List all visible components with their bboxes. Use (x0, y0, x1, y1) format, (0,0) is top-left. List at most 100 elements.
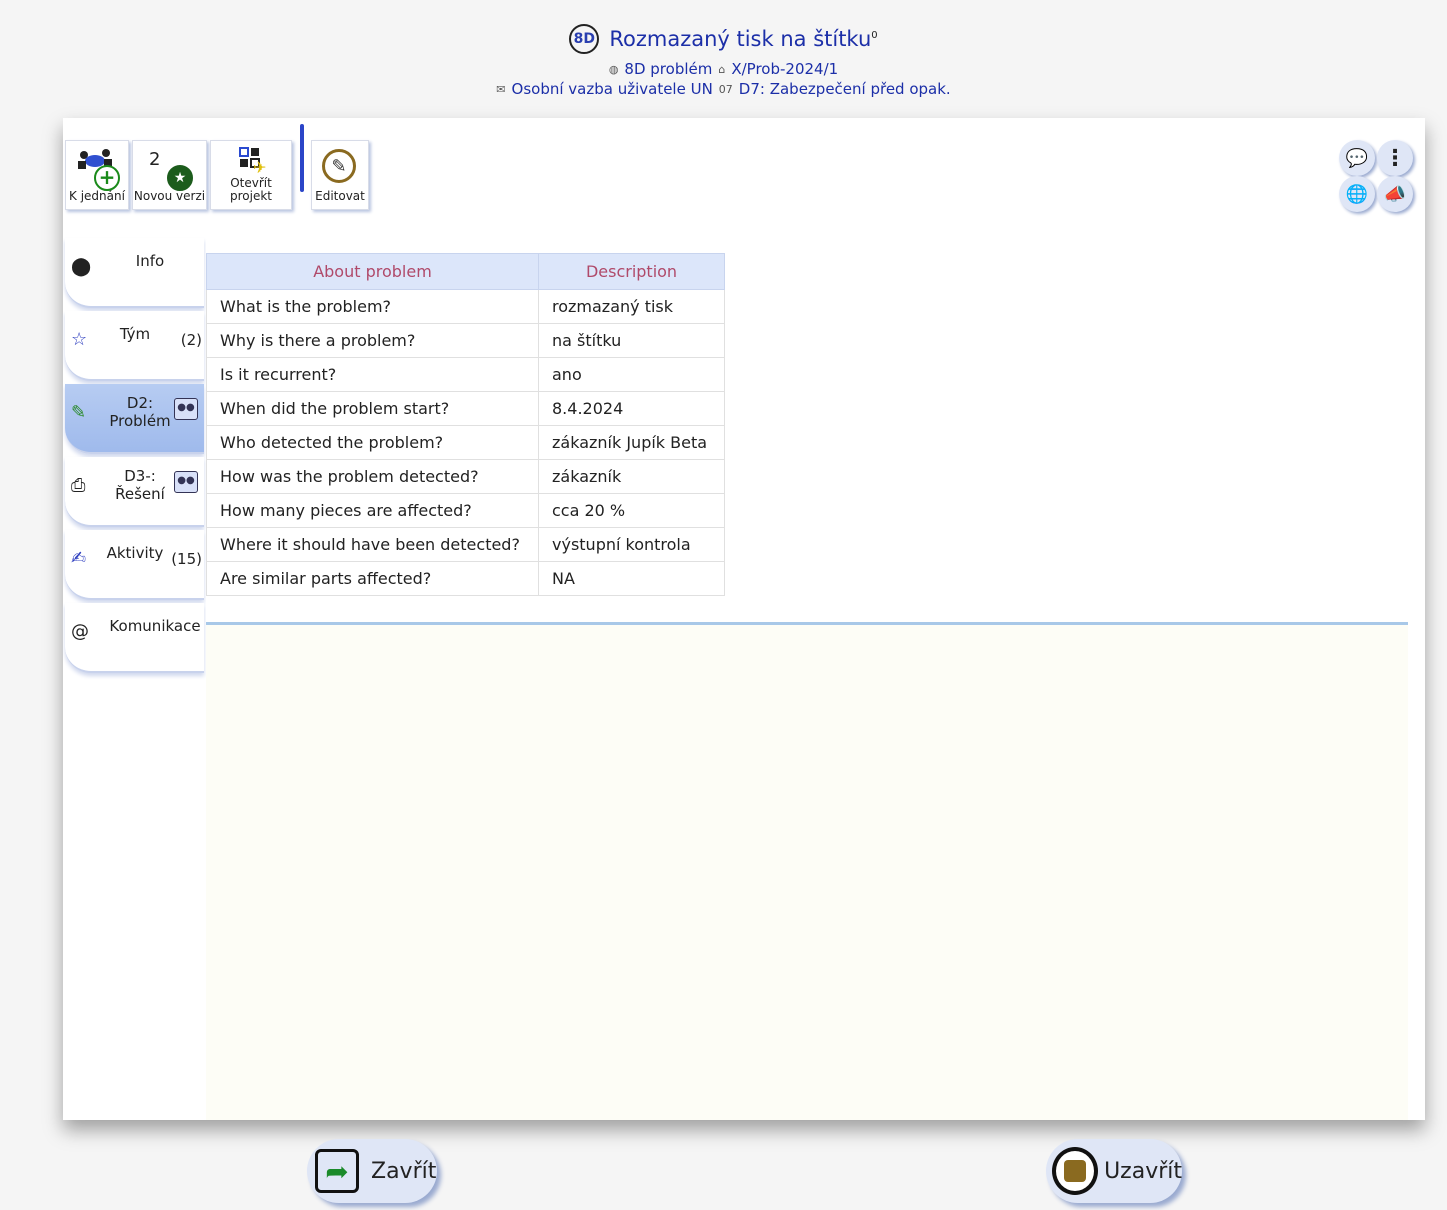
table-row: How many pieces are affected? cca 20 % (206, 493, 725, 528)
table-row: How was the problem detected? zákazník (206, 459, 725, 494)
uzavrit-button[interactable]: Uzavřít (1046, 1139, 1182, 1203)
question-cell: Why is there a problem? (206, 323, 539, 358)
table-row: Is it recurrent? ano (206, 357, 725, 392)
zavrit-label: Zavřít (371, 1158, 437, 1184)
sidebar-item-label: Komunikace (109, 617, 201, 635)
share-arrow-icon: ➦ (315, 1149, 359, 1193)
table-row: Where it should have been detected? výstu… (206, 527, 725, 562)
step-tag: 07 (718, 82, 733, 96)
globe-icon: ◍ (608, 62, 619, 76)
answer-cell: na štítku (538, 323, 725, 358)
star-icon: ★ (167, 165, 193, 191)
question-cell: Are similar parts affected? (206, 561, 539, 596)
answer-cell: zákazník Jupík Beta (538, 425, 725, 460)
zavrit-button[interactable]: ➦ Zavřít (307, 1139, 437, 1203)
content-top: About problem Description What is the pr… (206, 240, 1408, 622)
user-link-icon: ✉ (496, 82, 506, 96)
editovat-label: Editovat (315, 189, 365, 203)
subtitle-row-2: ✉ Osobní vazba uživatele UN 07 D7: Zabez… (0, 80, 1447, 98)
language-button[interactable]: 🌐 (1339, 176, 1375, 212)
current-step[interactable]: D7: Zabezpečení před opak. (739, 80, 951, 98)
sidebar: ⬤ Info ☆ Tým (2) ✎ D2: Problém ●● ⎙ D3-:… (65, 238, 204, 676)
megaphone-icon: 📣 (1383, 183, 1407, 205)
question-cell: What is the problem? (206, 289, 539, 324)
answer-cell: 8.4.2024 (538, 391, 725, 426)
answer-cell: ano (538, 357, 725, 392)
sidebar-item-count: (15) (171, 550, 202, 568)
subtitle-row-1: ◍ 8D problém ⌂ X/Prob-2024/1 (0, 60, 1447, 78)
pencil-icon: ✎ (322, 149, 356, 183)
table-header-row: About problem Description (206, 253, 725, 290)
table-row: Why is there a problem? na štítku (206, 323, 725, 358)
answer-cell: cca 20 % (538, 493, 725, 528)
problem-code[interactable]: X/Prob-2024/1 (731, 60, 838, 78)
8d-badge-icon: 8D (569, 24, 600, 54)
sidebar-item-label: D3-: Řešení (115, 467, 165, 503)
question-cell: Is it recurrent? (206, 357, 539, 392)
sidebar-item-label: Tým (119, 325, 151, 343)
more-menu-button[interactable]: ⋮ (1377, 140, 1413, 176)
question-cell: How was the problem detected? (206, 459, 539, 494)
sidebar-item-aktivity[interactable]: ✍ Aktivity (15) (65, 530, 204, 600)
owner-link[interactable]: Osobní vazba uživatele UN (512, 80, 713, 98)
info-dot-icon: ⬤ (71, 256, 92, 277)
sidebar-item-tym[interactable]: ☆ Tým (2) (65, 311, 204, 381)
problem-table: About problem Description What is the pr… (206, 253, 725, 596)
question-cell: When did the problem start? (206, 391, 539, 426)
novou-verzi-label: Novou verzi (133, 189, 206, 203)
sidebar-item-label: D2: Problém (109, 394, 171, 430)
note-edit-icon: ✎ (71, 402, 87, 423)
otevrit-projekt-label: Otevřít projekt (230, 176, 272, 203)
answer-cell: rozmazaný tisk (538, 289, 725, 324)
table-row: Are similar parts affected? NA (206, 561, 725, 596)
table-row: Who detected the problem? zákazník Jupík … (206, 425, 725, 460)
tag-icon: ⌂ (718, 62, 726, 76)
novou-verzi-button[interactable]: 2 ★ Novou verzi (132, 140, 207, 210)
at-sign-icon: @ (71, 621, 89, 642)
editovat-button[interactable]: ✎ Editovat (311, 140, 369, 210)
sidebar-item-d2-problem[interactable]: ✎ D2: Problém ●● (65, 384, 204, 454)
uzavrit-label: Uzavřít (1104, 1158, 1182, 1184)
sidebar-item-komunikace[interactable]: @ Komunikace (65, 603, 204, 673)
sidebar-item-count: (2) (180, 331, 202, 349)
title-superscript: 0 (871, 30, 878, 41)
problem-type: 8D problém (624, 60, 713, 78)
k-jednani-button[interactable]: + K jednání (65, 140, 129, 210)
rocket-icon: ✈ (253, 158, 267, 177)
document-gear-icon: ⎙ (71, 475, 86, 496)
toolbar-separator (300, 124, 304, 192)
title-row: 8D Rozmazaný tisk na štítku0 (0, 24, 1447, 54)
sidebar-item-info[interactable]: ⬤ Info (65, 238, 204, 308)
team-inbox-icon: ●● (174, 398, 198, 420)
stop-circle-icon (1052, 1147, 1099, 1195)
sidebar-item-label: Info (135, 252, 165, 270)
kebab-menu-icon: ⋮ (1384, 145, 1406, 171)
otevrit-projekt-button[interactable]: ✈ Otevřít projekt (210, 140, 292, 210)
chat-help-button[interactable]: 💬 (1339, 140, 1375, 176)
sidebar-item-label: Aktivity (106, 544, 164, 562)
answer-cell: zákazník (538, 459, 725, 494)
chat-bubbles-icon: 💬 (1345, 147, 1369, 169)
title-text: Rozmazaný tisk na štítku (609, 27, 872, 51)
main-panel: + K jednání 2 ★ Novou verzi ✈ Otevřít pr… (63, 118, 1425, 1120)
alert-button[interactable]: 📣 (1377, 176, 1413, 212)
question-cell: How many pieces are affected? (206, 493, 539, 528)
globe-search-icon: 🌐 (1345, 183, 1369, 205)
question-cell: Who detected the problem? (206, 425, 539, 460)
answer-cell: NA (538, 561, 725, 596)
page-header: 8D Rozmazaný tisk na štítku0 ◍ 8D problé… (0, 0, 1447, 118)
answer-cell: výstupní kontrola (538, 527, 725, 562)
activity-scroll-icon: ✍ (71, 548, 87, 569)
team-inbox-icon: ●● (174, 471, 198, 493)
column-header: About problem (206, 253, 539, 290)
table-row: When did the problem start? 8.4.2024 (206, 391, 725, 426)
section-divider (206, 622, 1408, 625)
page-title: Rozmazaný tisk na štítku0 (609, 27, 877, 51)
content-area: About problem Description What is the pr… (206, 240, 1408, 1120)
question-cell: Where it should have been detected? (206, 527, 539, 562)
toolbar: + K jednání 2 ★ Novou verzi ✈ Otevřít pr… (65, 140, 369, 210)
version-number: 2 (149, 149, 161, 170)
star-outline-icon: ☆ (71, 329, 88, 350)
column-header: Description (538, 253, 725, 290)
sidebar-item-d3-reseni[interactable]: ⎙ D3-: Řešení ●● (65, 457, 204, 527)
